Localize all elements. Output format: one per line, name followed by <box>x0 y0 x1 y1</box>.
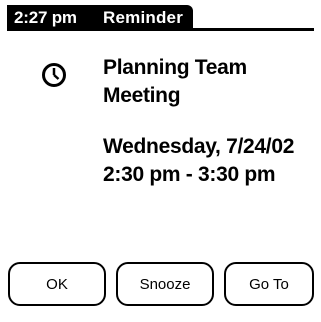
clock-icon <box>42 63 66 87</box>
snooze-button[interactable]: Snooze <box>116 262 214 306</box>
alarm-dialog: 2:27 pm Reminder Planning Team Meeting W… <box>0 0 321 322</box>
event-title-line2: Meeting <box>103 84 181 107</box>
go-to-button[interactable]: Go To <box>224 262 314 306</box>
event-date: Wednesday, 7/24/02 <box>103 135 295 158</box>
title-bar: 2:27 pm Reminder <box>7 5 314 31</box>
ok-button[interactable]: OK <box>8 262 106 306</box>
title-underline <box>7 28 314 31</box>
clock-time: 2:27 pm <box>14 8 77 27</box>
event-time-range: 2:30 pm - 3:30 pm <box>103 163 276 186</box>
event-title-line1: Planning Team <box>103 56 247 79</box>
dialog-title: Reminder <box>103 8 184 27</box>
